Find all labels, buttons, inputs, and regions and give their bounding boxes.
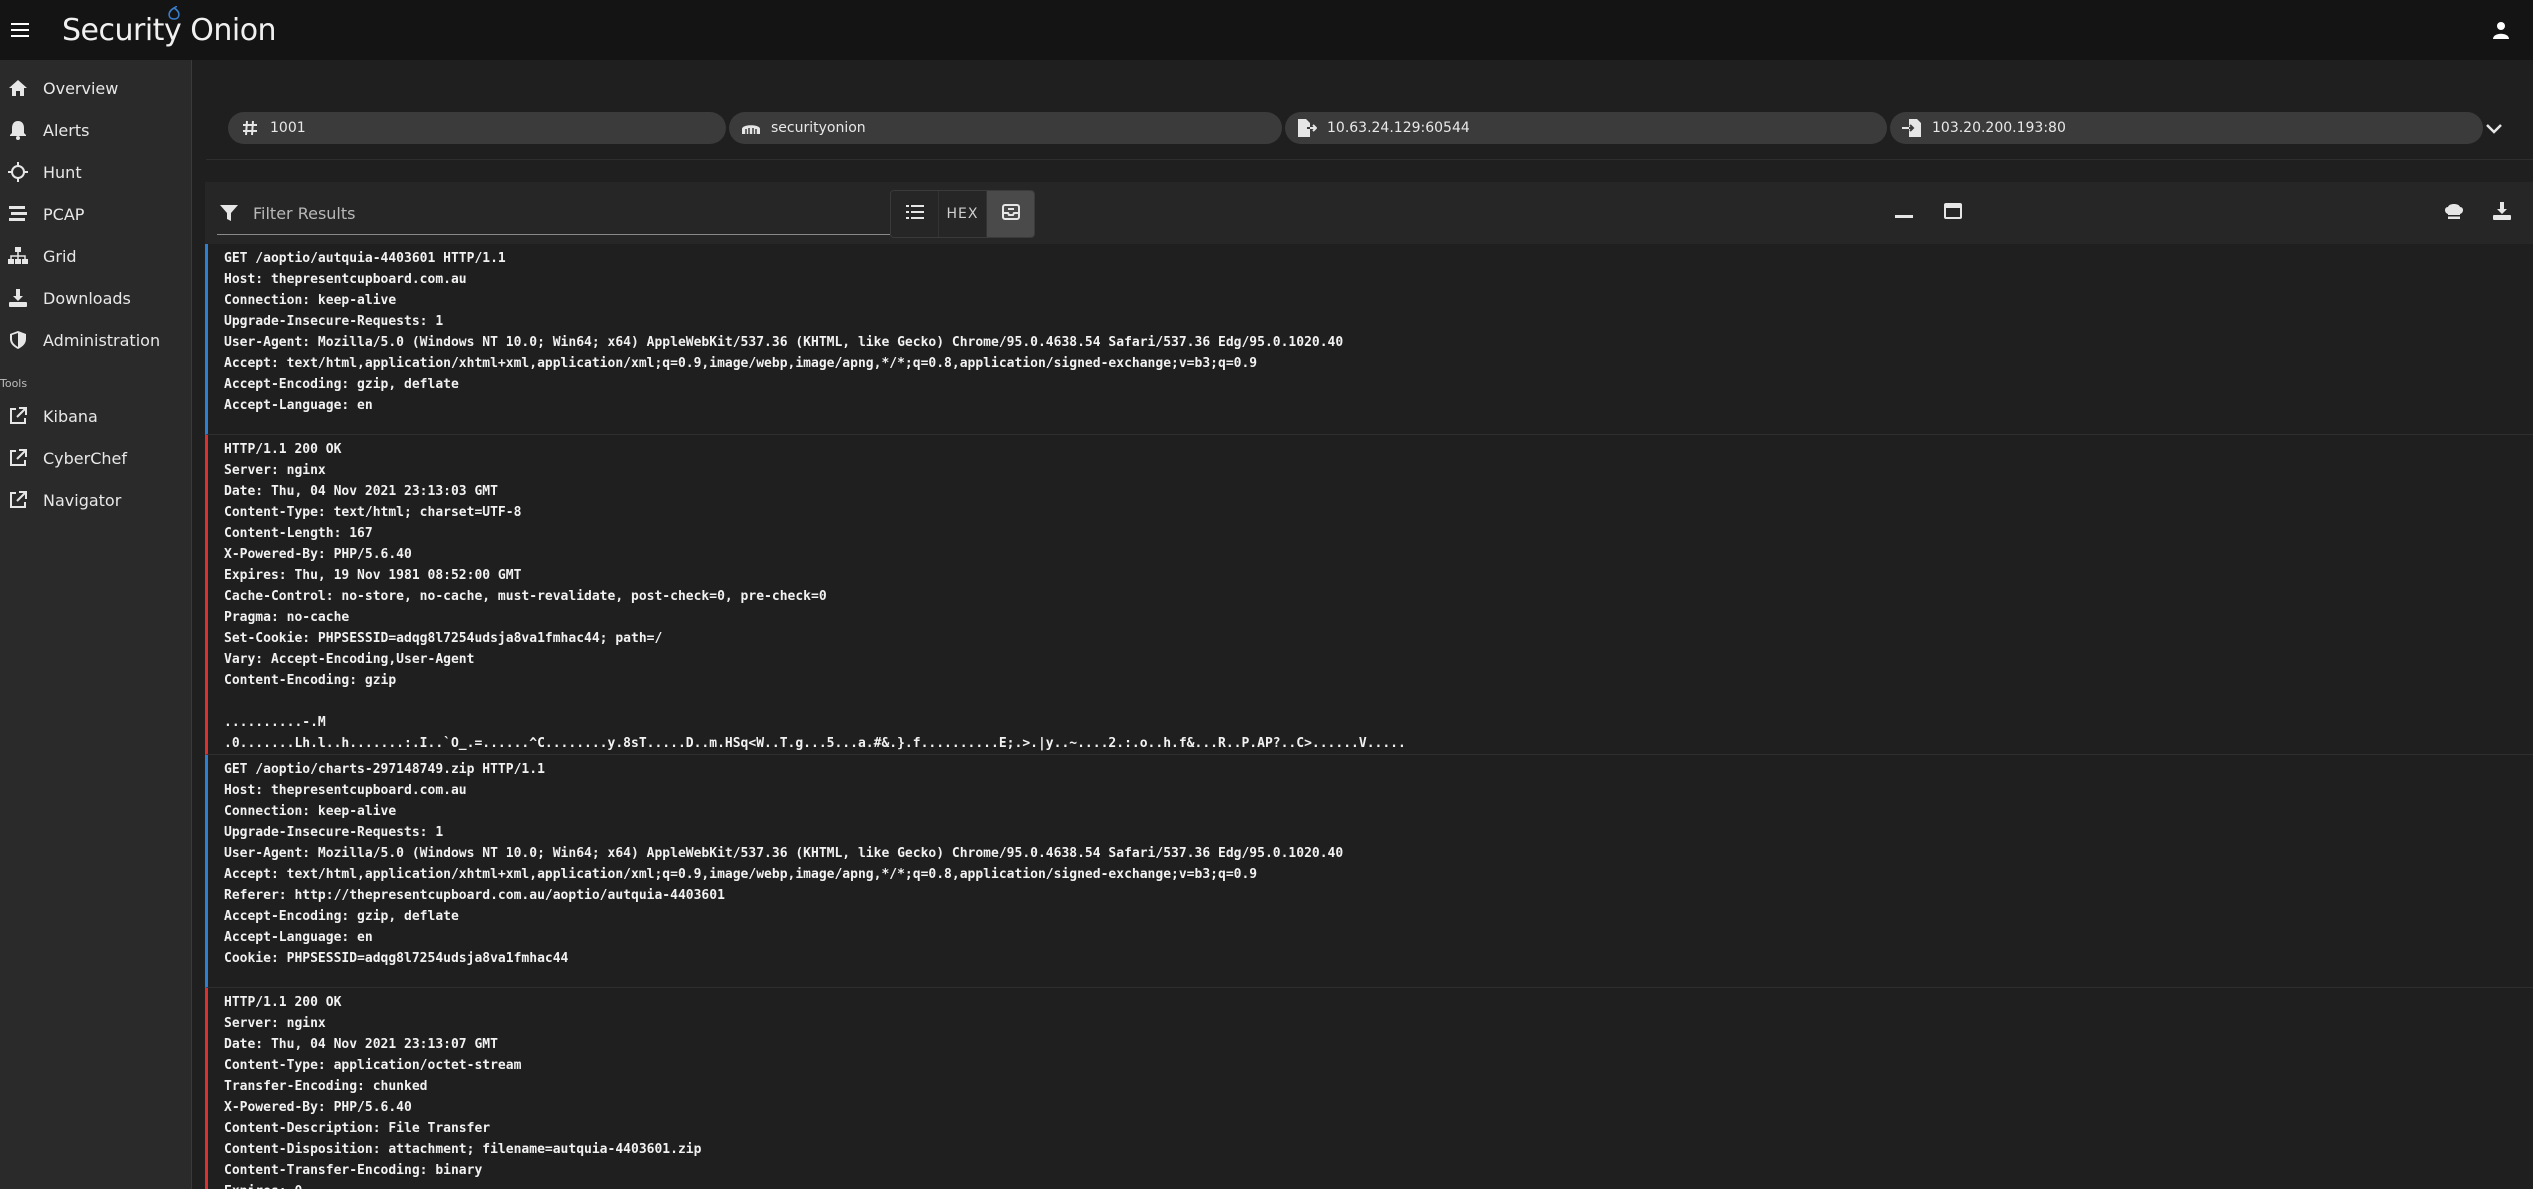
sitemap-icon [6, 244, 30, 268]
sidebar-item-label: Kibana [43, 406, 98, 426]
tools-section-label: Tools [0, 377, 28, 390]
sidebar-item-overview[interactable]: Overview [0, 67, 191, 109]
source-address: 10.63.24.129:60544 [1327, 120, 1470, 136]
job-details: 1001 securityonion 10.63.24.129:60544 10… [228, 111, 2486, 145]
expand-all-button[interactable] [1940, 200, 1966, 226]
file-export-icon [1297, 118, 1317, 138]
filter-field [217, 192, 890, 235]
sidebar-item-alerts[interactable]: Alerts [0, 109, 191, 151]
sensor-chip[interactable]: securityonion [729, 112, 1282, 144]
hex-view-button[interactable]: HEX [939, 191, 987, 237]
transcript-text: GET /aoptio/autquia-4403601 HTTP/1.1 Hos… [224, 251, 1344, 413]
home-icon [6, 76, 30, 100]
menu-icon[interactable] [0, 10, 40, 50]
sidebar-item-label: Administration [43, 330, 161, 350]
client-request-block[interactable]: GET /aoptio/autquia-4403601 HTTP/1.1 Hos… [205, 244, 2533, 435]
sidebar-item-hunt[interactable]: Hunt [0, 151, 191, 193]
hashtag-icon [240, 118, 260, 138]
server-response-block[interactable]: HTTP/1.1 200 OK Server: nginx Date: Thu,… [205, 988, 2533, 1189]
external-link-icon [6, 446, 30, 470]
view-mode-toggle: HEX [890, 190, 1035, 238]
download-icon [6, 286, 30, 310]
pcap-toolbar: HEX [205, 182, 2533, 244]
list-view-button[interactable] [891, 191, 939, 237]
account-icon[interactable] [2483, 12, 2519, 48]
filter-input[interactable] [251, 202, 875, 224]
transcript-text: GET /aoptio/charts-297148749.zip HTTP/1.… [224, 762, 1344, 966]
transcript-panel: GET /aoptio/autquia-4403601 HTTP/1.1 Hos… [205, 244, 2533, 1189]
sidebar-item-label: Downloads [43, 288, 131, 308]
window-icon [1944, 203, 1962, 223]
download-icon [2493, 202, 2511, 224]
file-import-icon [1902, 118, 1922, 138]
app-bar: Security Onion [0, 0, 2533, 60]
client-request-block[interactable]: GET /aoptio/charts-297148749.zip HTTP/1.… [205, 755, 2533, 988]
sidebar-item-label: Grid [43, 246, 77, 266]
sidebar-item-administration[interactable]: Administration [0, 319, 191, 361]
external-link-icon [6, 404, 30, 428]
transcript-text: HTTP/1.1 200 OK Server: nginx Date: Thu,… [224, 442, 1406, 751]
sidebar-item-label: Overview [43, 78, 119, 98]
stream-icon [6, 202, 30, 226]
sensor-name: securityonion [771, 120, 866, 136]
sidebar-item-grid[interactable]: Grid [0, 235, 191, 277]
sidebar-item-label: Hunt [43, 162, 82, 182]
destination-address: 103.20.200.193:80 [1932, 120, 2066, 136]
sidebar-item-label: Alerts [43, 120, 90, 140]
sidebar-item-label: Navigator [43, 490, 122, 510]
server-response-block[interactable]: HTTP/1.1 200 OK Server: nginx Date: Thu,… [205, 435, 2533, 755]
sidebar: Overview Alerts Hunt PCAP Grid Downloads… [0, 60, 192, 1189]
transcript-text: HTTP/1.1 200 OK Server: nginx Date: Thu,… [224, 995, 702, 1189]
source-chip[interactable]: 10.63.24.129:60544 [1285, 112, 1887, 144]
transcript-view-button[interactable] [987, 191, 1034, 237]
sidebar-item-label: PCAP [43, 204, 85, 224]
crosshairs-icon [6, 160, 30, 184]
destination-chip[interactable]: 103.20.200.193:80 [1890, 112, 2483, 144]
filter-icon [217, 201, 241, 225]
onion-logo-icon [168, 6, 180, 20]
external-link-icon [6, 488, 30, 512]
main-content: 1001 securityonion 10.63.24.129:60544 10… [192, 60, 2533, 1189]
list-icon [905, 205, 924, 223]
bell-icon [6, 118, 30, 142]
chevron-down-icon[interactable] [2482, 117, 2506, 141]
minimize-icon [1895, 202, 1913, 224]
sidebar-item-downloads[interactable]: Downloads [0, 277, 191, 319]
cyberchef-button[interactable] [2441, 200, 2467, 226]
sidebar-item-label: CyberChef [43, 448, 128, 468]
sidebar-item-kibana[interactable]: Kibana [0, 395, 191, 437]
sidebar-item-cyberchef[interactable]: CyberChef [0, 437, 191, 479]
sensor-icon [741, 118, 761, 138]
sidebar-item-pcap[interactable]: PCAP [0, 193, 191, 235]
chef-hat-icon [2444, 202, 2464, 224]
inbox-icon [1001, 204, 1020, 224]
divider [206, 159, 2533, 160]
download-pcap-button[interactable] [2489, 200, 2515, 226]
collapse-all-button[interactable] [1891, 200, 1917, 226]
job-id: 1001 [270, 120, 306, 136]
sidebar-item-navigator[interactable]: Navigator [0, 479, 191, 521]
shield-icon [6, 328, 30, 352]
job-id-chip[interactable]: 1001 [228, 112, 726, 144]
